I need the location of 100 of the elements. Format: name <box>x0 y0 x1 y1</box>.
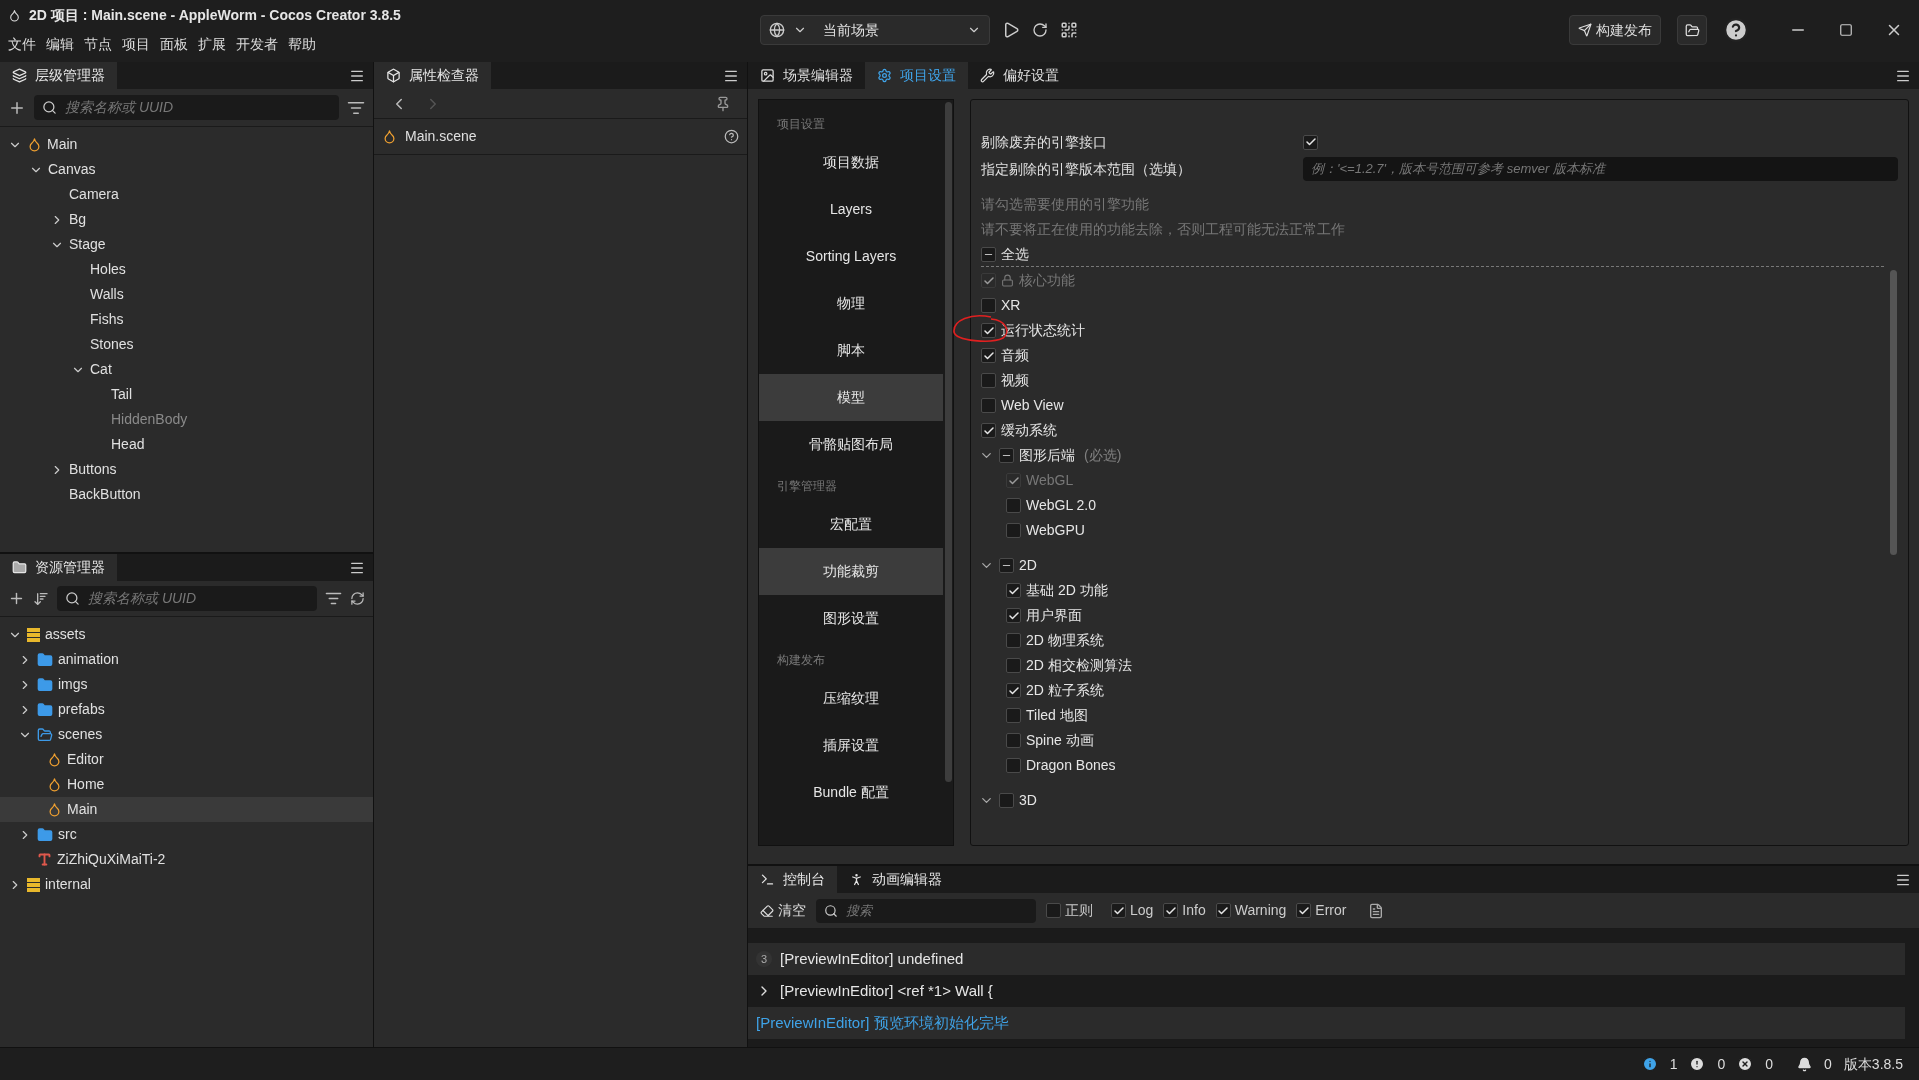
tree-item[interactable]: Home <box>0 772 373 797</box>
checkbox[interactable] <box>999 793 1014 808</box>
document-icon[interactable] <box>1368 902 1385 919</box>
help-icon[interactable] <box>724 129 739 144</box>
checkbox[interactable] <box>999 558 1014 573</box>
tree-item[interactable]: Tail <box>0 382 373 407</box>
tree-item[interactable]: Stage <box>0 232 373 257</box>
list-icon[interactable] <box>325 590 342 607</box>
nav-item[interactable]: 压缩纹理 <box>759 675 943 722</box>
console-search-field[interactable]: 搜索 <box>816 898 1036 923</box>
tree-item[interactable]: prefabs <box>0 697 373 722</box>
panel-tab[interactable]: 动画编辑器 <box>837 866 954 893</box>
checkbox[interactable] <box>981 423 996 438</box>
nav-item[interactable]: 脚本 <box>759 327 943 374</box>
menu-item[interactable]: 项目 <box>122 33 150 55</box>
checkbox[interactable] <box>1006 708 1021 723</box>
scene-select[interactable]: 当前场景 <box>760 15 990 45</box>
sort-icon[interactable] <box>33 590 49 607</box>
menu-item[interactable]: 节点 <box>84 33 112 55</box>
checkbox[interactable] <box>981 348 996 363</box>
refresh-icon[interactable] <box>350 591 365 606</box>
checkbox[interactable] <box>1296 903 1312 918</box>
folder-button[interactable] <box>1677 15 1707 45</box>
maximize-icon[interactable] <box>1839 23 1853 37</box>
panel-tab[interactable]: 项目设置 <box>865 62 968 89</box>
menu-item[interactable]: 文件 <box>8 33 36 55</box>
panel-tab[interactable]: 层级管理器 <box>0 62 117 89</box>
panel-tab[interactable]: 控制台 <box>748 866 837 893</box>
checkbox[interactable] <box>1303 134 1318 150</box>
menu-item[interactable]: 扩展 <box>198 33 226 55</box>
checkbox[interactable] <box>1006 658 1021 673</box>
nav-item[interactable]: 功能裁剪 <box>759 548 943 595</box>
nav-item[interactable]: 插屏设置 <box>759 722 943 769</box>
menu-item[interactable]: 面板 <box>160 33 188 55</box>
menu-item[interactable]: 开发者 <box>236 33 278 55</box>
tree-item[interactable]: animation <box>0 647 373 672</box>
nav-item[interactable]: 项目数据 <box>759 139 943 186</box>
tree-item[interactable]: Stones <box>0 332 373 357</box>
play-icon[interactable] <box>1002 21 1020 39</box>
nav-item[interactable]: Layers <box>759 186 943 233</box>
checkbox[interactable] <box>1006 608 1021 623</box>
tree-item[interactable]: assets <box>0 622 373 647</box>
clear-button[interactable]: 清空 <box>760 900 806 921</box>
scrollbar-thumb[interactable] <box>944 102 952 782</box>
refresh-icon[interactable] <box>1032 22 1048 38</box>
tree-item[interactable]: Buttons <box>0 457 373 482</box>
checkbox[interactable] <box>1006 633 1021 648</box>
panel-tab[interactable]: 场景编辑器 <box>748 62 865 89</box>
nav-item[interactable]: Bundle 配置 <box>759 769 943 816</box>
nav-item[interactable]: 物理 <box>759 280 943 327</box>
tree-item[interactable]: Walls <box>0 282 373 307</box>
tree-item[interactable]: Holes <box>0 257 373 282</box>
checkbox[interactable] <box>1215 903 1231 918</box>
checkbox[interactable] <box>981 323 996 338</box>
nav-item[interactable]: 骨骼贴图布局 <box>759 421 943 468</box>
pin-icon[interactable] <box>715 95 731 112</box>
search-field[interactable]: 搜索名称或 UUID <box>34 95 339 120</box>
tree-item[interactable]: BackButton <box>0 482 373 507</box>
checkbox[interactable] <box>999 448 1014 463</box>
search-field[interactable]: 搜索名称或 UUID <box>57 586 317 611</box>
nav-item[interactable]: Sorting Layers <box>759 233 943 280</box>
checkbox[interactable] <box>1006 758 1021 773</box>
tree-item[interactable]: Head <box>0 432 373 457</box>
build-button[interactable]: 构建发布 <box>1569 15 1661 45</box>
checkbox[interactable] <box>1006 523 1021 538</box>
scrollbar-thumb[interactable] <box>1889 270 1897 555</box>
add-icon[interactable] <box>8 590 25 607</box>
tree-item[interactable]: internal <box>0 872 373 897</box>
checkbox[interactable] <box>1046 903 1061 918</box>
tree-item[interactable]: Main <box>0 132 373 157</box>
tree-item[interactable]: Fishs <box>0 307 373 332</box>
nav-item[interactable]: 宏配置 <box>759 501 943 548</box>
checkbox[interactable] <box>1006 683 1021 698</box>
checkbox[interactable] <box>981 298 996 313</box>
tree-item[interactable]: imgs <box>0 672 373 697</box>
tree-item[interactable]: ZiZhiQuXiMaiTi-2 <box>0 847 373 872</box>
nav-item[interactable]: 模型 <box>759 374 943 421</box>
checkbox[interactable] <box>1006 583 1021 598</box>
panel-tab[interactable]: 资源管理器 <box>0 554 117 581</box>
nav-item[interactable]: 图形设置 <box>759 595 943 642</box>
version-range-input[interactable]: 例：'<=1.2.7'，版本号范围可参考 semver 版本标准 <box>1303 157 1898 181</box>
checkbox[interactable] <box>981 246 996 262</box>
tree-item[interactable]: Camera <box>0 182 373 207</box>
panel-tab[interactable]: 偏好设置 <box>968 62 1071 89</box>
checkbox[interactable] <box>1163 903 1179 918</box>
qr-code-icon[interactable] <box>1060 21 1078 39</box>
checkbox[interactable] <box>981 398 996 413</box>
panel-tab[interactable]: 属性检查器 <box>374 62 491 89</box>
tree-item[interactable]: Main <box>0 797 373 822</box>
checkbox[interactable] <box>1111 903 1126 918</box>
tree-item[interactable]: Editor <box>0 747 373 772</box>
tree-item[interactable]: src <box>0 822 373 847</box>
tree-item[interactable]: scenes <box>0 722 373 747</box>
menu-item[interactable]: 帮助 <box>288 33 316 55</box>
menu-item[interactable]: 编辑 <box>46 33 74 55</box>
tree-item[interactable]: Cat <box>0 357 373 382</box>
checkbox[interactable] <box>981 373 996 388</box>
help-icon[interactable] <box>1723 17 1749 43</box>
tree-item[interactable]: Bg <box>0 207 373 232</box>
tree-item[interactable]: Canvas <box>0 157 373 182</box>
